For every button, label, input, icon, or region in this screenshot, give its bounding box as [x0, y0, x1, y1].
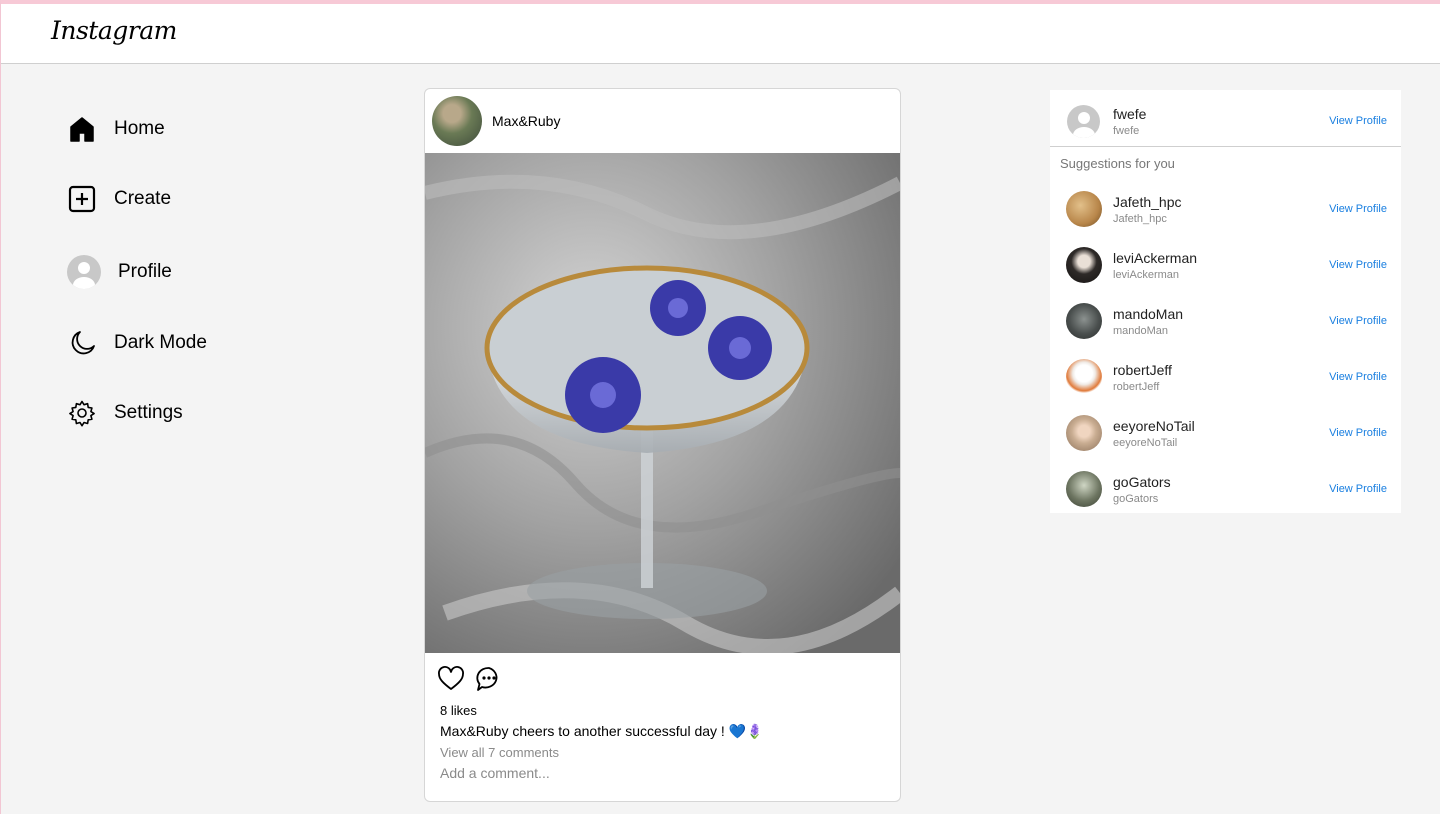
view-profile-link[interactable]: View Profile: [1329, 371, 1387, 383]
heart-icon[interactable]: [437, 665, 465, 693]
view-comments-link[interactable]: View all 7 comments: [440, 745, 559, 760]
current-user-row: fwefe fwefe View Profile: [1050, 90, 1401, 147]
comment-icon[interactable]: [475, 665, 503, 693]
sidebar-item-home[interactable]: Home: [67, 114, 165, 144]
suggestion-avatar[interactable]: [1066, 471, 1102, 507]
suggestion-name[interactable]: goGators: [1113, 474, 1171, 490]
sidebar-item-label: Profile: [118, 261, 172, 282]
suggestion-name[interactable]: leviAckerman: [1113, 250, 1197, 266]
suggestion-handle: goGators: [1113, 493, 1159, 505]
current-user-avatar[interactable]: [1067, 105, 1100, 138]
post-header: Max&Ruby: [425, 89, 900, 152]
view-profile-link[interactable]: View Profile: [1329, 259, 1387, 271]
post-author-username[interactable]: Max&Ruby: [492, 113, 560, 129]
suggestions-panel: fwefe fwefe View Profile Suggestions for…: [1050, 90, 1401, 513]
suggestion-handle: robertJeff: [1113, 381, 1160, 393]
post-actions: [437, 665, 503, 693]
suggestion-avatar[interactable]: [1066, 247, 1102, 283]
suggestion-avatar[interactable]: [1066, 415, 1102, 451]
suggestion-handle: Jafeth_hpc: [1113, 213, 1167, 225]
suggestion-avatar[interactable]: [1066, 359, 1102, 395]
view-profile-link[interactable]: View Profile: [1329, 483, 1387, 495]
comment-input[interactable]: [440, 765, 880, 781]
like-count: 8 likes: [440, 703, 477, 718]
suggestion-name[interactable]: robertJeff: [1113, 362, 1172, 378]
view-profile-link[interactable]: View Profile: [1329, 203, 1387, 215]
current-user-name[interactable]: fwefe: [1113, 106, 1146, 122]
suggestion-avatar[interactable]: [1066, 191, 1102, 227]
suggestions-heading: Suggestions for you: [1060, 156, 1175, 171]
plus-square-icon: [67, 184, 97, 214]
view-profile-link[interactable]: View Profile: [1329, 115, 1387, 127]
instagram-logo[interactable]: Instagram: [51, 16, 177, 45]
avatar-icon: [67, 255, 101, 289]
current-user-handle: fwefe: [1113, 125, 1140, 137]
sidebar-item-label: Dark Mode: [114, 332, 207, 353]
home-icon: [67, 114, 97, 144]
caption-text: cheers to another successful day ! 💙🪻: [508, 723, 764, 739]
post-caption: Max&Ruby cheers to another successful da…: [440, 723, 764, 740]
sidebar-item-profile[interactable]: Profile: [67, 255, 172, 289]
sidebar-item-dark-mode[interactable]: Dark Mode: [67, 328, 207, 358]
gear-icon: [67, 398, 97, 428]
sidebar-item-label: Create: [114, 188, 172, 209]
suggestion-handle: leviAckerman: [1113, 269, 1180, 281]
view-profile-link[interactable]: View Profile: [1329, 315, 1387, 327]
suggestion-handle: eeyoreNoTail: [1113, 437, 1178, 449]
suggestion-handle: mandoMan: [1113, 325, 1169, 337]
view-profile-link[interactable]: View Profile: [1329, 427, 1387, 439]
moon-icon: [67, 328, 97, 358]
post-card: Max&Ruby 8 likes Max&Ruby cheers to anot…: [424, 88, 901, 802]
sidebar-item-label: Settings: [114, 402, 183, 423]
caption-username[interactable]: Max&Ruby: [440, 723, 508, 739]
suggestion-name[interactable]: mandoMan: [1113, 306, 1183, 322]
sidebar-item-create[interactable]: Create: [67, 184, 171, 214]
suggestion-name[interactable]: eeyoreNoTail: [1113, 418, 1195, 434]
post-image[interactable]: [425, 153, 900, 653]
top-bar: Instagram: [1, 4, 1440, 64]
suggestion-name[interactable]: Jafeth_hpc: [1113, 194, 1182, 210]
sidebar-item-label: Home: [114, 118, 165, 139]
suggestion-avatar[interactable]: [1066, 303, 1102, 339]
sidebar-item-settings[interactable]: Settings: [67, 398, 183, 428]
post-author-avatar[interactable]: [432, 96, 482, 146]
